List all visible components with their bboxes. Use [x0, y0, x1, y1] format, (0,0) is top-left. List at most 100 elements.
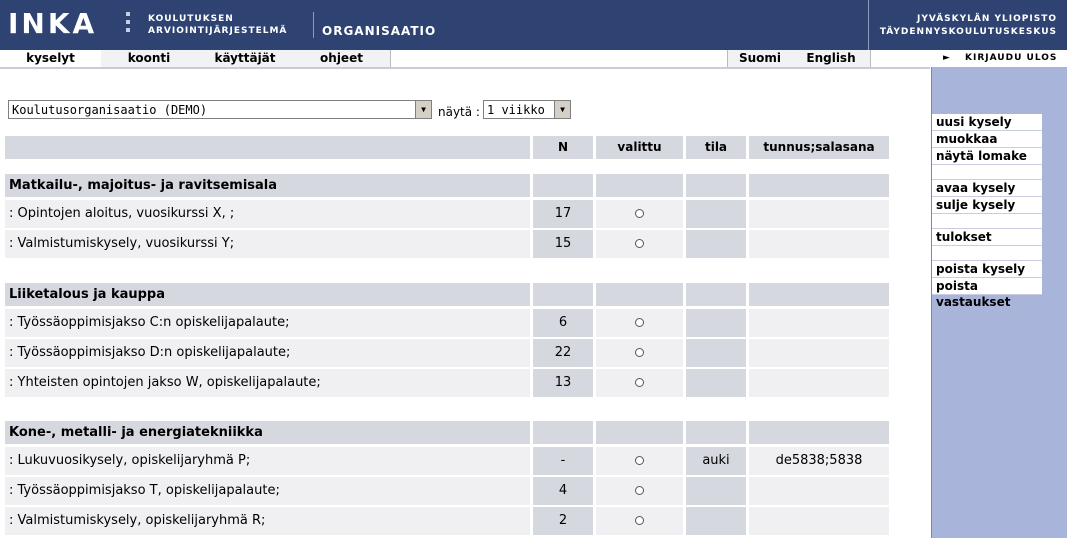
delete-answers-link[interactable]: poista vastaukset: [932, 278, 1042, 309]
section-title: ORGANISAATIO: [322, 24, 437, 38]
state-cell: [686, 339, 746, 367]
open-survey-link[interactable]: avaa kysely: [932, 180, 1042, 197]
tab-kayttajat[interactable]: käyttäjät: [197, 50, 294, 67]
sidebar-spacer: [932, 214, 1042, 229]
system-name-line1: KOULUTUKSEN: [148, 14, 234, 24]
period-select-value: 1 viikko: [487, 103, 545, 117]
table-header-blank: [5, 136, 530, 159]
credentials-cell: [749, 309, 889, 337]
survey-name: : Valmistumiskysely, vuosikurssi Y;: [5, 230, 530, 258]
main-nav: kyselyt koonti käyttäjät ohjeet Suomi En…: [0, 50, 930, 69]
response-count: -: [533, 447, 593, 475]
state-cell: [686, 369, 746, 397]
state-cell: [686, 477, 746, 505]
response-count: 13: [533, 369, 593, 397]
app-logo: INKA: [8, 7, 98, 40]
survey-name: : Yhteisten opintojen jakso W, opiskelij…: [5, 369, 530, 397]
group-header-cell: [596, 283, 683, 306]
logo-dots: [126, 12, 130, 36]
survey-select-radio[interactable]: [635, 209, 644, 218]
credentials-cell: de5838;5838: [749, 447, 889, 475]
survey-select-radio[interactable]: [635, 348, 644, 357]
group-title: Kone-, metalli- ja energiatekniikka: [5, 421, 530, 444]
sidebar-spacer: [932, 165, 1042, 180]
survey-select-radio[interactable]: [635, 486, 644, 495]
delete-survey-link[interactable]: poista kysely: [932, 261, 1042, 278]
lang-english-link[interactable]: English: [792, 50, 871, 67]
lang-finnish-link[interactable]: Suomi: [727, 50, 793, 67]
show-form-link[interactable]: näytä lomake: [932, 148, 1042, 165]
group-header-cell: [533, 421, 593, 444]
table-header-state: tila: [686, 136, 746, 159]
table-header-n: N: [533, 136, 593, 159]
state-cell: auki: [686, 447, 746, 475]
credentials-cell: [749, 339, 889, 367]
dropdown-arrow-icon: ▼: [415, 101, 431, 118]
tab-kyselyt[interactable]: kyselyt: [0, 50, 102, 67]
system-name-line2: ARVIOINTIJÄRJESTELMÄ: [148, 26, 288, 36]
response-count: 17: [533, 200, 593, 228]
survey-name: : Opintojen aloitus, vuosikurssi X, ;: [5, 200, 530, 228]
state-cell: [686, 507, 746, 535]
sidebar-spacer: [932, 246, 1042, 261]
logout-label: KIRJAUDU ULOS: [965, 53, 1058, 63]
tab-koonti[interactable]: koonti: [101, 50, 198, 67]
organization-select[interactable]: Koulutusorganisaatio (DEMO) ▼: [8, 100, 432, 119]
show-period-label: näytä :: [438, 105, 480, 119]
dropdown-arrow-icon: ▼: [554, 101, 570, 118]
select-cell: [596, 507, 683, 535]
credentials-cell: [749, 477, 889, 505]
select-cell: [596, 477, 683, 505]
new-survey-link[interactable]: uusi kysely: [932, 114, 1042, 131]
response-count: 15: [533, 230, 593, 258]
action-sidebar: uusi kysely muokkaa näytä lomake avaa ky…: [931, 67, 1067, 538]
app-header: INKA KOULUTUKSEN ARVIOINTIJÄRJESTELMÄ OR…: [0, 0, 1067, 50]
organization-select-value: Koulutusorganisaatio (DEMO): [12, 103, 208, 117]
group-header-cell: [749, 421, 889, 444]
select-cell: [596, 230, 683, 258]
select-cell: [596, 309, 683, 337]
survey-select-radio[interactable]: [635, 239, 644, 248]
state-cell: [686, 230, 746, 258]
period-select[interactable]: 1 viikko ▼: [483, 100, 571, 119]
survey-select-radio[interactable]: [635, 318, 644, 327]
play-arrow-icon: ►: [943, 53, 951, 63]
edit-link[interactable]: muokkaa: [932, 131, 1042, 148]
survey-name: : Työssäoppimisjakso D:n opiskelijapalau…: [5, 339, 530, 367]
credentials-cell: [749, 230, 889, 258]
tab-ohjeet[interactable]: ohjeet: [293, 50, 391, 67]
state-cell: [686, 309, 746, 337]
survey-select-radio[interactable]: [635, 456, 644, 465]
credentials-cell: [749, 369, 889, 397]
logout-link[interactable]: ► KIRJAUDU ULOS: [931, 50, 1067, 67]
group-header-cell: [596, 421, 683, 444]
select-cell: [596, 447, 683, 475]
results-link[interactable]: tulokset: [932, 229, 1042, 246]
survey-select-radio[interactable]: [635, 378, 644, 387]
group-header-cell: [533, 283, 593, 306]
response-count: 6: [533, 309, 593, 337]
close-survey-link[interactable]: sulje kysely: [932, 197, 1042, 214]
select-cell: [596, 200, 683, 228]
select-cell: [596, 339, 683, 367]
university-name-line2: TÄYDENNYSKOULUTUSKESKUS: [879, 27, 1057, 37]
response-count: 22: [533, 339, 593, 367]
header-divider: [868, 0, 869, 50]
state-cell: [686, 200, 746, 228]
survey-name: : Valmistumiskysely, opiskelijaryhmä R;: [5, 507, 530, 535]
credentials-cell: [749, 507, 889, 535]
group-header-cell: [749, 283, 889, 306]
response-count: 4: [533, 477, 593, 505]
header-divider: [313, 12, 314, 38]
survey-name: : Työssäoppimisjakso C:n opiskelijapalau…: [5, 309, 530, 337]
select-cell: [596, 369, 683, 397]
group-header-cell: [533, 174, 593, 197]
university-name-line1: JYVÄSKYLÄN YLIOPISTO: [917, 14, 1057, 24]
group-title: Matkailu-, majoitus- ja ravitsemisala: [5, 174, 530, 197]
credentials-cell: [749, 200, 889, 228]
group-header-cell: [686, 174, 746, 197]
table-header-selected: valittu: [596, 136, 683, 159]
group-header-cell: [596, 174, 683, 197]
survey-select-radio[interactable]: [635, 516, 644, 525]
response-count: 2: [533, 507, 593, 535]
